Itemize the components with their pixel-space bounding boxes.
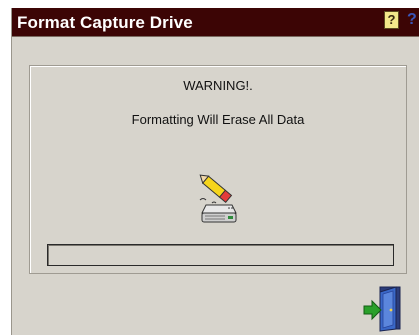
title-bar: Format Capture Drive ? ? <box>12 8 419 37</box>
help-icon[interactable]: ? <box>384 11 399 29</box>
format-progress-bar <box>47 244 394 266</box>
window-title: Format Capture Drive <box>17 13 193 32</box>
warning-text: WARNING!. <box>183 78 253 93</box>
format-panel: WARNING!. Formatting Will Erase All Data <box>29 65 407 274</box>
warning-message: Formatting Will Erase All Data <box>131 112 305 127</box>
format-capture-drive-window: Format Capture Drive ? ? WARNING!. Forma… <box>11 8 419 335</box>
exit-door-icon[interactable] <box>360 284 408 334</box>
help-icon-secondary[interactable]: ? <box>407 11 419 29</box>
eraser-drive-icon <box>199 174 237 223</box>
